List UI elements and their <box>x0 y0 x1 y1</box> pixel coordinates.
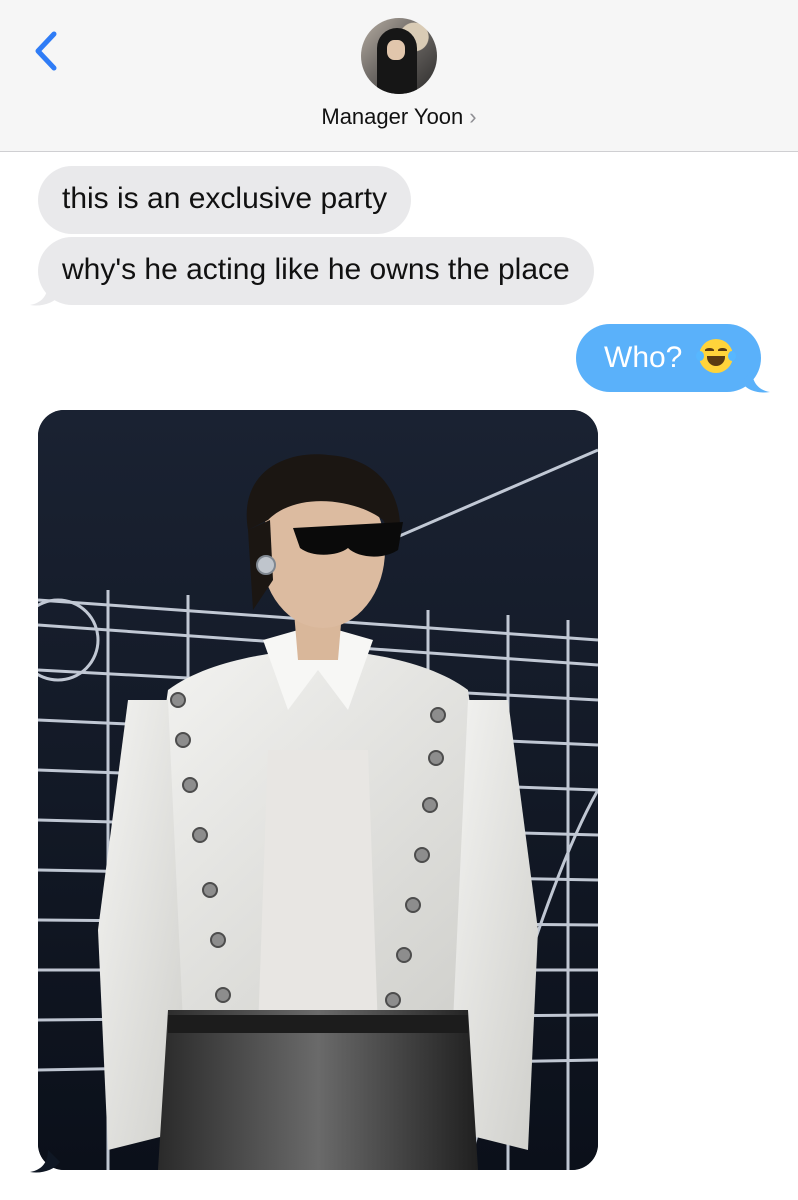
bubble-tail <box>30 283 60 306</box>
avatar-figure <box>377 28 417 94</box>
bubble-tail <box>30 1150 60 1173</box>
message-bubble-received[interactable]: why's he acting like he owns the place <box>38 237 594 305</box>
message-bubble-sent[interactable]: Who? <box>576 324 761 392</box>
back-button[interactable] <box>30 26 70 76</box>
chevron-right-icon: › <box>469 104 477 129</box>
message-bubble-received[interactable]: this is an exclusive party <box>38 166 412 234</box>
message-text: Who? <box>604 341 683 374</box>
performer-photo <box>38 410 598 1170</box>
conversation-header: Manager Yoon › <box>0 0 798 152</box>
contact-avatar[interactable] <box>361 18 437 94</box>
contact-name-button[interactable]: Manager Yoon › <box>0 104 798 130</box>
photo-message[interactable] <box>38 410 598 1170</box>
message-text: this is an exclusive party <box>62 182 388 215</box>
message-text: why's he acting like he owns the place <box>62 253 570 286</box>
chevron-left-icon <box>35 31 57 71</box>
avatar-face <box>387 40 405 60</box>
contact-name: Manager Yoon <box>321 104 464 129</box>
face-with-tears-of-joy-icon <box>695 339 736 373</box>
bubble-tail <box>742 370 770 393</box>
